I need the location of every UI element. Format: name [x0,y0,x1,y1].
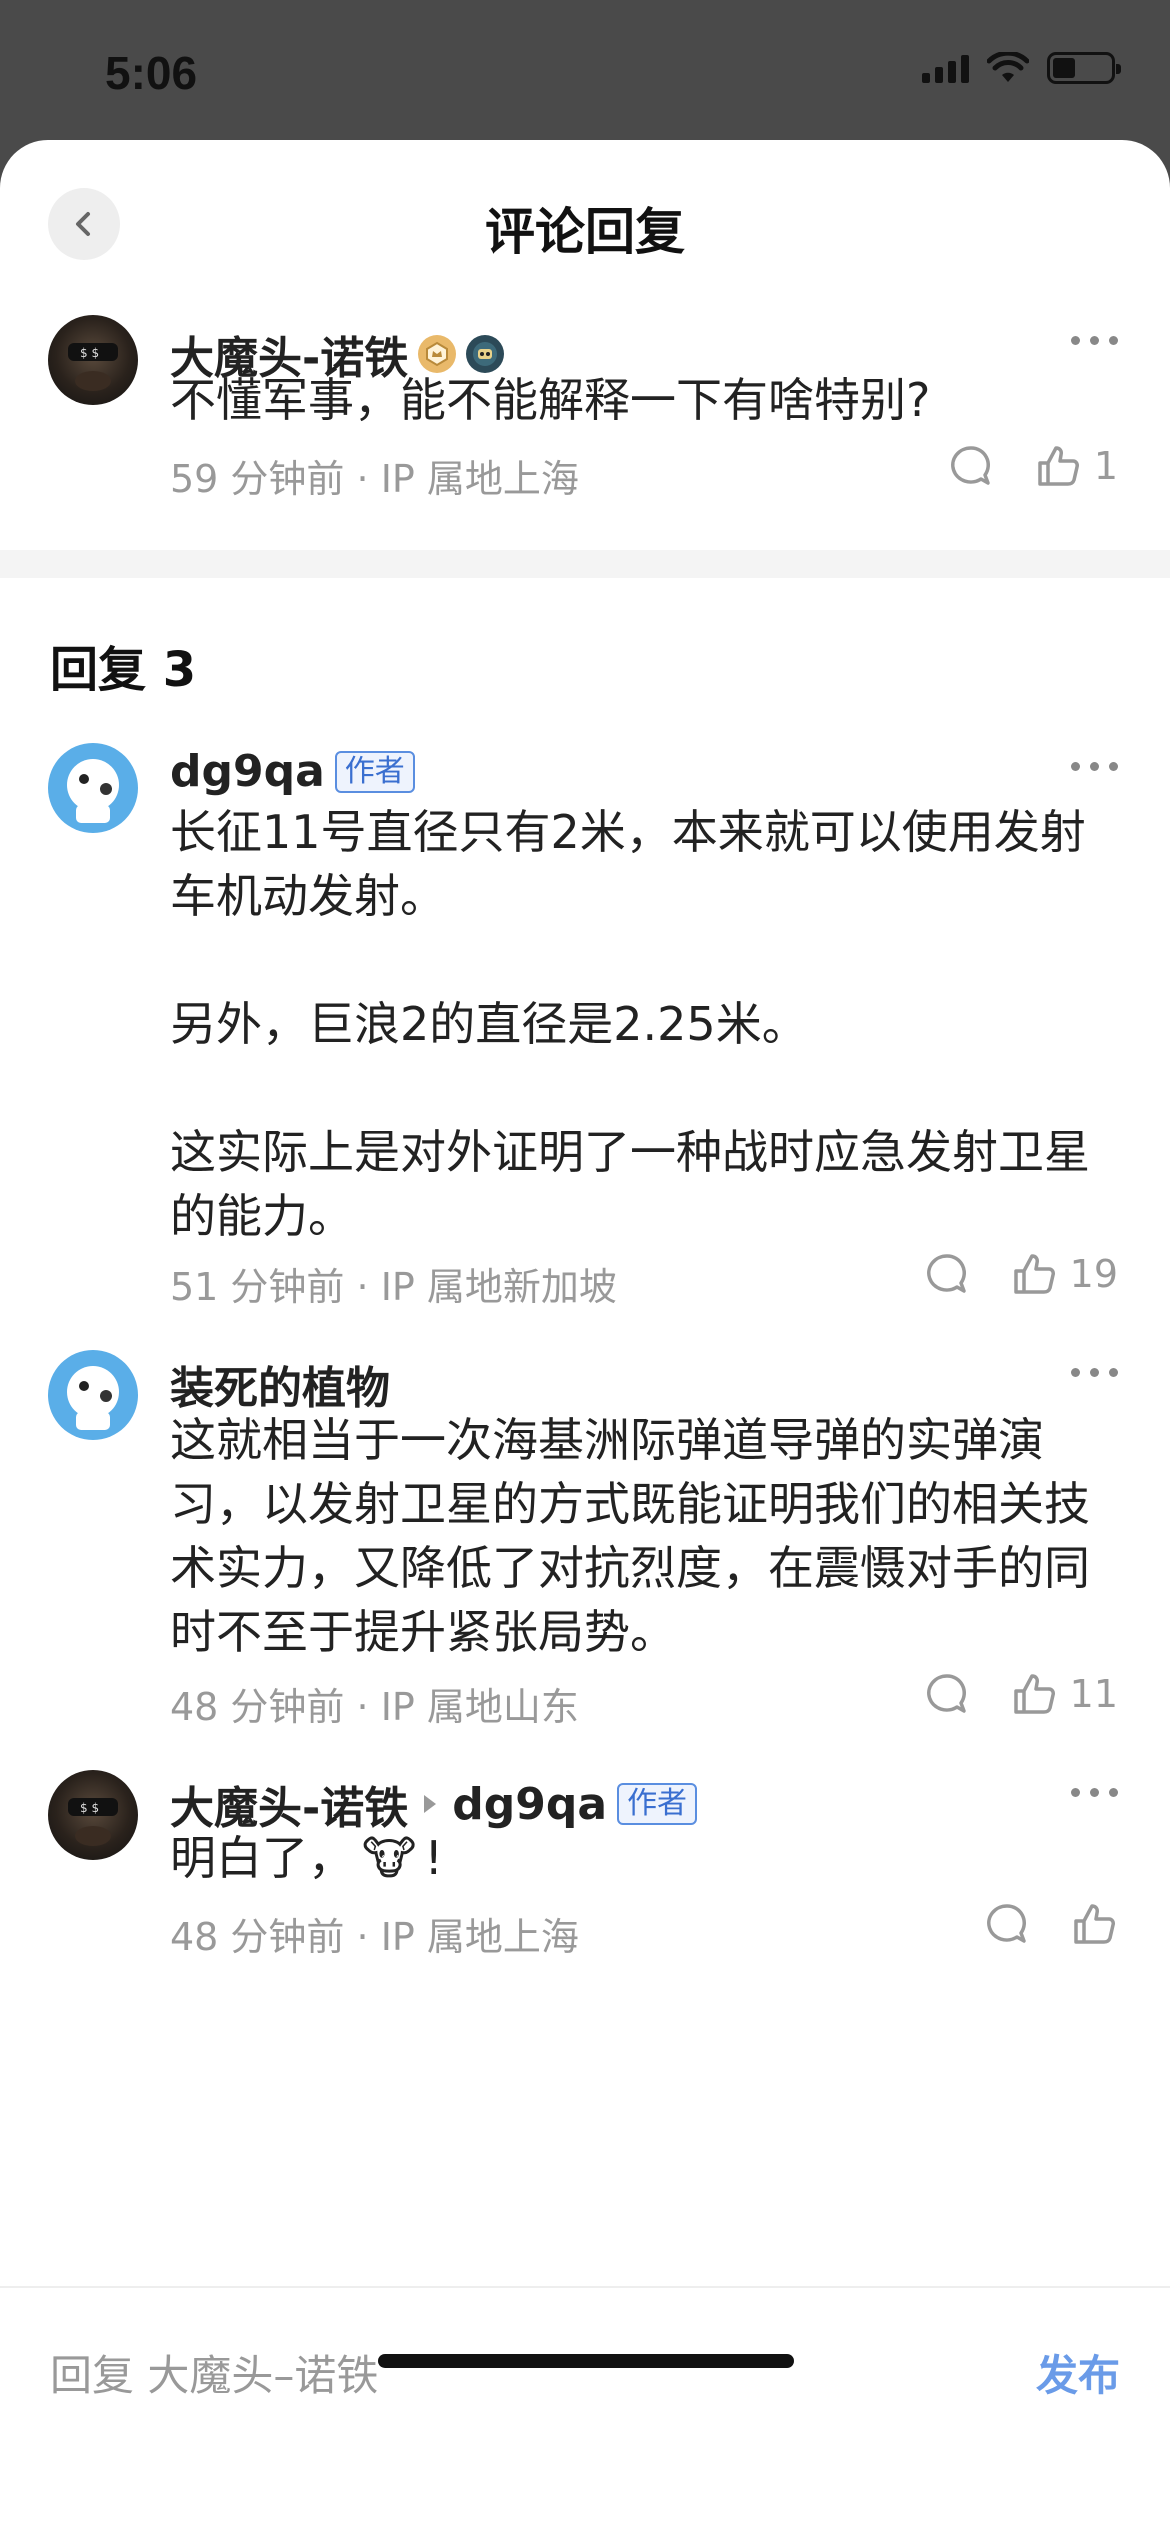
section-divider [0,550,1170,578]
like-count: 11 [1069,1672,1118,1716]
comment-author[interactable]: 装死的植物 [170,1352,390,1416]
comment-meta: 51 分钟前 · IP 属地新加坡 [170,1256,617,1311]
svg-text:$ $: $ $ [80,1801,99,1815]
more-dots-icon[interactable] [1071,762,1118,771]
header: 评论回复 [0,140,1170,300]
status-bar: 5:06 [0,0,1170,150]
like-button[interactable] [1070,1900,1118,1948]
like-count: 1 [1093,444,1118,488]
comment-text: 长征11号直径只有2米，本来就可以使用发射车机动发射。 另外，巨浪2的直径是2.… [170,805,1090,1243]
like-button[interactable]: 11 [1010,1670,1118,1718]
svg-text:$ $: $ $ [80,346,99,360]
comment-bubble-icon [987,1904,1026,1943]
comment-text-end: ! [424,1831,443,1885]
reply-to-user[interactable]: dg9qa [452,1779,607,1830]
comment-meta: 59 分钟前 · IP 属地上海 [170,448,579,503]
comment-reply-sheet: 评论回复 $ $ 大魔头-诺铁 不懂军事，能不能解释一下有啥特别? 59 分钟前… [0,140,1170,2532]
avatar[interactable]: $ $ [48,315,138,405]
thumbs-up-icon [1013,1254,1055,1294]
more-dots-icon[interactable] [1071,336,1118,345]
status-icons [922,52,1121,84]
wifi-icon [987,52,1029,82]
thumbs-up-icon [1013,1674,1055,1714]
reply-button[interactable] [924,1251,970,1297]
comment-location: · IP 属地山东 [356,1685,579,1729]
avatar-image [67,759,119,823]
reply-input[interactable]: 回复 大魔头–诺铁 [50,2342,378,2403]
comment-actions: 11 [924,1670,1118,1718]
cellular-signal-icon [922,53,969,83]
avatar[interactable] [48,1350,138,1440]
reply-button[interactable] [948,443,994,489]
reply-button[interactable] [984,1901,1030,1947]
comment-author-row: dg9qa 作者 [170,746,415,797]
thumbs-up-icon [1038,446,1079,486]
home-indicator [378,2354,794,2368]
avatar-image [67,1366,119,1430]
avatar-image: $ $ [68,343,118,391]
comment-text: 不懂军事，能不能解释一下有啥特别? [170,373,931,427]
comment-location: · IP 属地上海 [356,1915,579,1959]
comment-bubble-icon [950,446,990,485]
reply-button[interactable] [924,1671,970,1717]
avatar[interactable] [48,743,138,833]
thumbs-up-icon [1074,1904,1115,1944]
author-badge: 作者 [617,1783,698,1825]
publish-button[interactable]: 发布 [1036,2342,1120,2403]
reply-input-bar: 回复 大魔头–诺铁 发布 [0,2286,1170,2532]
like-button[interactable]: 19 [1010,1250,1118,1298]
like-count: 19 [1069,1252,1118,1296]
page-title: 评论回复 [485,203,685,261]
comment-author[interactable]: dg9qa [170,746,325,797]
comment-text-main: 明白了， [170,1831,354,1885]
comment-time: 48 分钟前 [170,1915,345,1959]
comment-time: 59 分钟前 [170,457,345,501]
avatar-image: $ $ [68,1798,118,1846]
comment-text: 明白了， 🐮! [170,1826,1120,1890]
comment-meta: 48 分钟前 · IP 属地山东 [170,1676,579,1731]
comment-actions [984,1900,1118,1948]
comment-text: 这就相当于一次海基洲际弹道导弹的实弹演习，以发射卫星的方式既能证明我们的相关技术… [170,1413,1090,1659]
reply-arrow-icon [424,1795,437,1813]
comment-time: 48 分钟前 [170,1685,345,1729]
author-badge: 作者 [334,750,415,793]
comment-actions: 19 [924,1250,1118,1298]
comment-actions: 1 [948,442,1118,490]
comment-location: · IP 属地上海 [356,457,579,501]
status-time: 5:06 [105,47,198,99]
battery-icon [1047,52,1121,84]
avatar[interactable]: $ $ [48,1770,138,1860]
comment-meta: 48 分钟前 · IP 属地上海 [170,1906,579,1961]
comment-time: 51 分钟前 [170,1265,345,1309]
more-dots-icon[interactable] [1071,1788,1118,1797]
cow-emoji: 🐮 [362,1831,417,1885]
comment-bubble-icon [926,1254,966,1293]
comment-author-row: 装死的植物 [170,1352,390,1416]
comment-bubble-icon [926,1674,966,1713]
more-dots-icon[interactable] [1071,1368,1118,1377]
replies-count-title: 回复 3 [50,642,197,698]
like-button[interactable]: 1 [1034,442,1118,490]
comment-location: · IP 属地新加坡 [356,1265,617,1309]
